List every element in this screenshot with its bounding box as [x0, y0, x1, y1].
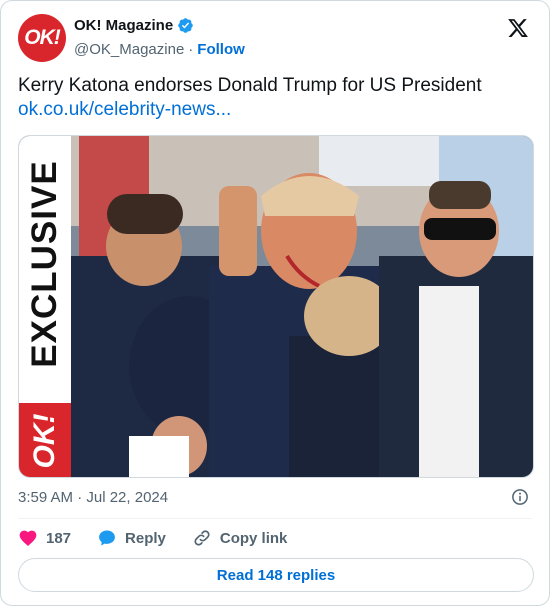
- tweet-text: Kerry Katona endorses Donald Trump for U…: [18, 75, 482, 96]
- follow-button[interactable]: Follow: [197, 41, 245, 58]
- tweet-link[interactable]: ok.co.uk/celebrity-news...: [18, 98, 231, 122]
- copy-link-button[interactable]: Copy link: [192, 528, 288, 548]
- author-handle[interactable]: @OK_Magazine: [74, 41, 184, 58]
- tweet-timestamp[interactable]: 3:59 AM · Jul 22, 2024: [18, 489, 168, 506]
- info-icon[interactable]: [511, 488, 529, 506]
- copy-link-label: Copy link: [219, 529, 288, 547]
- heart-icon: [19, 530, 37, 546]
- link-icon: [194, 530, 210, 546]
- tweet-media-image[interactable]: EXCLUSIVE OK!: [18, 135, 534, 478]
- exclusive-banner: EXCLUSIVE OK!: [19, 136, 71, 477]
- avatar[interactable]: OK!: [18, 14, 66, 62]
- x-logo-icon[interactable]: [507, 17, 529, 39]
- photo-illustration: [19, 136, 533, 477]
- divider: [18, 518, 532, 519]
- like-count: 187: [46, 529, 72, 547]
- tweet-card: OK! OK! Magazine @OK_Magazine · Follow K…: [0, 0, 550, 606]
- exclusive-text: EXCLUSIVE: [25, 160, 64, 368]
- speech-bubble-icon: [99, 530, 115, 546]
- author-handle-row: @OK_Magazine · Follow: [74, 41, 245, 58]
- avatar-text: OK!: [24, 26, 60, 49]
- like-button[interactable]: 187: [18, 528, 71, 548]
- ok-brand-text: OK!: [28, 413, 61, 469]
- verified-badge-icon: [178, 18, 193, 33]
- read-replies-button[interactable]: Read 148 replies: [18, 558, 534, 592]
- author-name-row: OK! Magazine: [74, 17, 194, 34]
- action-bar: 187 Reply Copy link: [18, 527, 313, 549]
- separator-dot: ·: [188, 41, 194, 58]
- reply-label: Reply: [125, 529, 166, 547]
- ok-brand-block: OK!: [19, 403, 71, 477]
- reply-button[interactable]: Reply: [97, 528, 166, 548]
- author-display-name[interactable]: OK! Magazine: [74, 17, 173, 34]
